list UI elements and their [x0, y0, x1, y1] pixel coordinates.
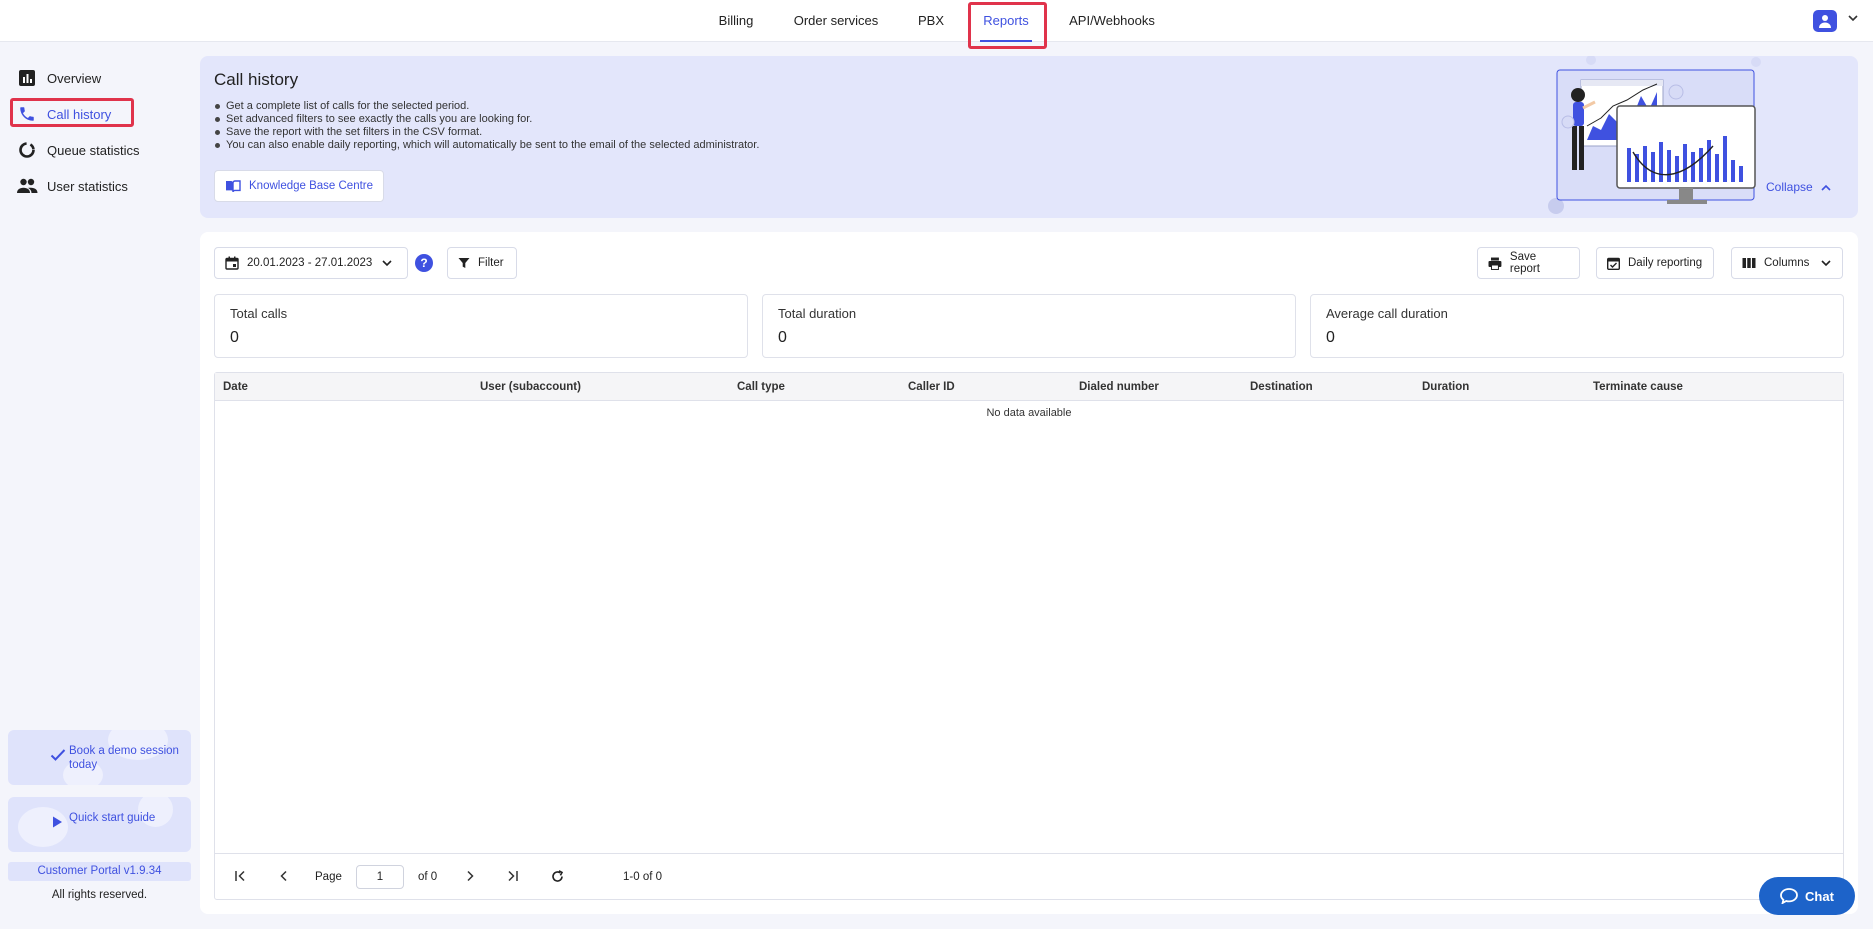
column-header-destination[interactable]: Destination [1250, 373, 1313, 401]
analytics-illustration [1548, 56, 1761, 214]
sidebar-item-call-history[interactable]: Call history [12, 99, 188, 129]
stat-value: 0 [230, 329, 239, 346]
empty-state-text: No data available [986, 407, 1072, 419]
filter-icon [458, 258, 470, 268]
nav-api-webhooks[interactable]: API/Webhooks [1066, 0, 1158, 42]
banner-bullet: Get a complete list of calls for the sel… [214, 100, 759, 113]
chat-bubble-icon [1780, 888, 1798, 904]
stat-label: Average call duration [1326, 306, 1448, 321]
calendar-icon [225, 256, 239, 270]
next-page-icon[interactable] [464, 870, 476, 882]
promo-demo-text: Book a demo session today [69, 745, 179, 771]
top-nav: Billing Order services PBX Reports API/W… [0, 0, 1873, 42]
chat-label: Chat [1805, 888, 1834, 904]
save-report-label: Save report [1509, 251, 1540, 275]
page-of-label: of 0 [418, 871, 438, 883]
sidebar-item-overview[interactable]: Overview [12, 63, 188, 93]
columns-icon [1742, 258, 1756, 268]
stat-value: 0 [778, 329, 787, 346]
collapse-label: Collapse [1766, 180, 1813, 194]
banner-bullet: Set advanced filters to see exactly the … [214, 113, 759, 126]
chevron-down-icon[interactable] [1848, 14, 1858, 22]
call-history-card: 20.01.2023 - 27.01.2023 ? Filter Save re… [200, 232, 1858, 914]
chat-button[interactable]: Chat [1759, 877, 1855, 915]
user-avatar[interactable] [1813, 10, 1837, 32]
previous-page-icon[interactable] [278, 870, 290, 882]
chevron-up-icon [1821, 184, 1831, 191]
date-range-value: 20.01.2023 - 27.01.2023 [247, 257, 373, 269]
stat-total-calls: Total calls 0 [214, 294, 748, 358]
sidebar-item-label: Call history [47, 106, 112, 122]
date-range-picker[interactable]: 20.01.2023 - 27.01.2023 [214, 247, 408, 279]
play-icon [53, 816, 62, 828]
banner-bullet: You can also enable daily reporting, whi… [214, 139, 759, 152]
column-header-duration[interactable]: Duration [1422, 373, 1469, 401]
stat-label: Total calls [230, 306, 288, 321]
collapse-button[interactable]: Collapse [1766, 180, 1831, 194]
help-icon[interactable]: ? [415, 254, 433, 272]
page-range-text: 1-0 of 0 [623, 871, 662, 883]
filter-label: Filter [478, 257, 504, 269]
user-icon [1819, 15, 1831, 28]
promo-quick-start[interactable]: Quick start guide [8, 797, 191, 852]
nav-pbx[interactable]: PBX [912, 0, 950, 42]
daily-reporting-label: Daily reporting [1628, 257, 1703, 269]
refresh-icon[interactable] [551, 870, 564, 883]
promo-book-demo[interactable]: Book a demo session today [8, 730, 191, 785]
check-icon [50, 749, 66, 761]
sidebar-item-label: User statistics [47, 178, 128, 194]
save-report-button[interactable]: Save report [1477, 247, 1580, 279]
last-page-icon[interactable] [507, 870, 519, 882]
portal-version: Customer Portal v1.9.34 [8, 862, 191, 881]
users-icon [14, 176, 40, 196]
calendar-check-icon [1607, 257, 1620, 270]
first-page-icon[interactable] [234, 870, 246, 882]
phone-icon [14, 104, 40, 124]
sidebar-item-label: Overview [47, 70, 102, 86]
column-header-terminate-cause[interactable]: Terminate cause [1593, 373, 1683, 401]
columns-label: Columns [1764, 257, 1810, 269]
table-header: Date User (subaccount) Call type Caller … [215, 373, 1843, 401]
page-label: Page [315, 871, 342, 883]
chevron-down-icon [1821, 259, 1831, 266]
sidebar-item-user-statistics[interactable]: User statistics [12, 171, 188, 201]
column-header-call-type[interactable]: Call type [737, 373, 785, 401]
sidebar-item-label: Queue statistics [47, 142, 140, 158]
nav-order-services[interactable]: Order services [790, 0, 882, 42]
chevron-down-icon [382, 259, 392, 266]
page-number-input[interactable] [356, 865, 404, 889]
stat-average-call-duration: Average call duration 0 [1310, 294, 1844, 358]
column-header-dialed-number[interactable]: Dialed number [1079, 373, 1159, 401]
bar-chart-icon [14, 68, 40, 88]
pagination: Page of 0 1-0 of 0 [215, 853, 1843, 900]
page-title: Call history [214, 70, 299, 89]
columns-button[interactable]: Columns [1731, 247, 1843, 279]
filter-button[interactable]: Filter [447, 247, 517, 279]
knowledge-base-button[interactable]: Knowledge Base Centre [214, 170, 385, 202]
stat-value: 0 [1326, 329, 1335, 346]
printer-icon [1488, 257, 1502, 270]
rights-text: All rights reserved. [51, 889, 148, 901]
sidebar-item-queue-statistics[interactable]: Queue statistics [12, 135, 188, 165]
banner-bullet: Save the report with the set filters in … [214, 126, 759, 139]
stat-total-duration: Total duration 0 [762, 294, 1296, 358]
column-header-user[interactable]: User (subaccount) [480, 373, 581, 401]
call-history-table: Date User (subaccount) Call type Caller … [214, 372, 1844, 900]
stat-label: Total duration [778, 306, 857, 321]
banner-bullets: Get a complete list of calls for the sel… [214, 100, 759, 152]
knowledge-base-label: Knowledge Base Centre [249, 180, 374, 192]
info-banner: Call history Get a complete list of call… [200, 56, 1858, 218]
sidebar: Overview Call history Queue statistics U… [0, 42, 198, 929]
column-header-date[interactable]: Date [223, 373, 248, 401]
promo-guide-text: Quick start guide [69, 812, 156, 824]
daily-reporting-button[interactable]: Daily reporting [1596, 247, 1714, 279]
donut-chart-icon [14, 140, 40, 160]
column-header-caller-id[interactable]: Caller ID [908, 373, 955, 401]
book-icon [226, 180, 241, 193]
nav-billing[interactable]: Billing [712, 0, 760, 42]
top-bar: Billing Order services PBX Reports API/W… [0, 0, 1873, 49]
nav-reports[interactable]: Reports [974, 0, 1038, 42]
